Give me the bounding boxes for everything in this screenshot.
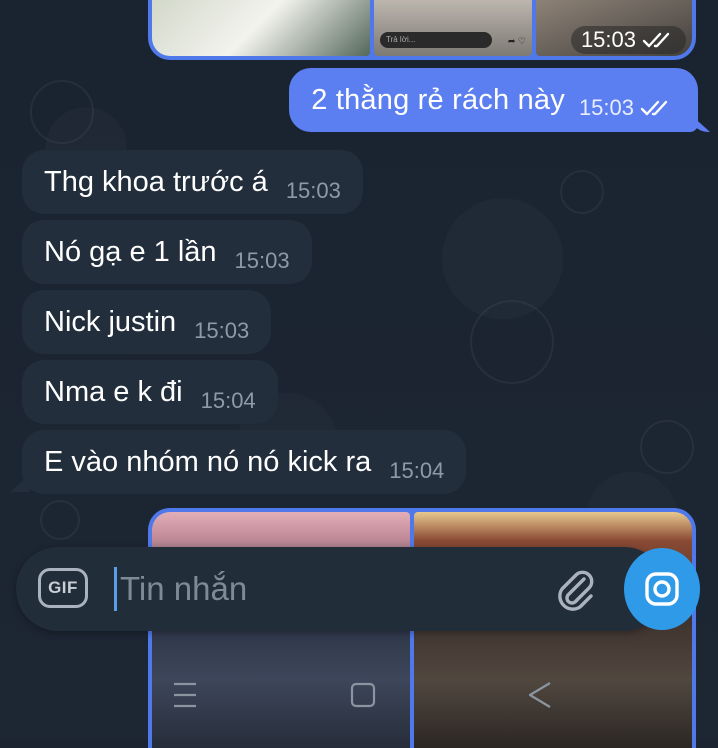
message-time: 15:03	[578, 95, 634, 120]
message-text: E vào nhóm nó nó kick ra	[44, 445, 372, 478]
message-text: Thg khoa trước á	[44, 165, 268, 198]
photo-preview-reply-field: Trả lời...	[380, 32, 492, 48]
text-cursor	[114, 567, 117, 611]
home-square-icon[interactable]	[350, 678, 376, 712]
system-navigation-bar	[0, 650, 718, 739]
message-time: 15:04	[389, 458, 445, 483]
wallpaper-doodle	[30, 80, 94, 144]
double-check-icon	[640, 100, 668, 116]
incoming-message-bubble[interactable]: E vào nhóm nó nó kick ra 15:04	[22, 430, 467, 494]
paperclip-icon[interactable]	[551, 565, 599, 613]
album-timestamp: 15:03	[570, 26, 686, 54]
message-text: Nick justin	[44, 305, 177, 338]
camera-button[interactable]	[624, 548, 700, 630]
message-text: Nma e k đi	[44, 375, 183, 408]
message-time: 15:03	[285, 178, 341, 203]
gif-button[interactable]: GIF	[38, 568, 88, 608]
message-text: 2 thằng rẻ rách này	[311, 83, 565, 116]
incoming-message-bubble[interactable]: Nick justin 15:03	[22, 290, 272, 354]
back-triangle-icon[interactable]	[526, 678, 554, 712]
album-photo[interactable]	[152, 0, 370, 56]
outgoing-photo-album-top[interactable]: Trả lời... ➦ ♡ 15:03	[148, 0, 696, 60]
message-time: 15:04	[200, 388, 256, 413]
wallpaper-doodle	[40, 500, 80, 540]
double-check-icon	[642, 32, 670, 48]
album-photo[interactable]: Trả lời... ➦ ♡	[374, 0, 532, 56]
incoming-message-bubble[interactable]: Nó gạ e 1 lần 15:03	[22, 220, 312, 284]
message-time: 15:03	[234, 248, 290, 273]
message-meta: 15:03	[579, 95, 674, 121]
incoming-message-bubble[interactable]: Nma e k đi 15:04	[22, 360, 278, 424]
album-time-text: 15:03	[580, 27, 636, 52]
message-text: Nó gạ e 1 lần	[44, 235, 217, 268]
message-composer: GIF	[16, 547, 666, 631]
camera-icon	[645, 572, 679, 606]
message-input[interactable]	[120, 563, 530, 615]
message-time: 15:03	[194, 318, 250, 343]
menu-icon[interactable]	[172, 678, 198, 712]
incoming-message-bubble[interactable]: Thg khoa trước á 15:03	[22, 150, 363, 214]
wallpaper-doodle	[470, 300, 554, 384]
photo-preview-icons: ➦ ♡	[507, 36, 526, 46]
wallpaper-doodle	[560, 170, 604, 214]
outgoing-message-bubble[interactable]: 2 thằng rẻ rách này 15:03	[289, 68, 698, 132]
gif-label: GIF	[48, 578, 78, 597]
wallpaper-doodle	[640, 420, 694, 474]
